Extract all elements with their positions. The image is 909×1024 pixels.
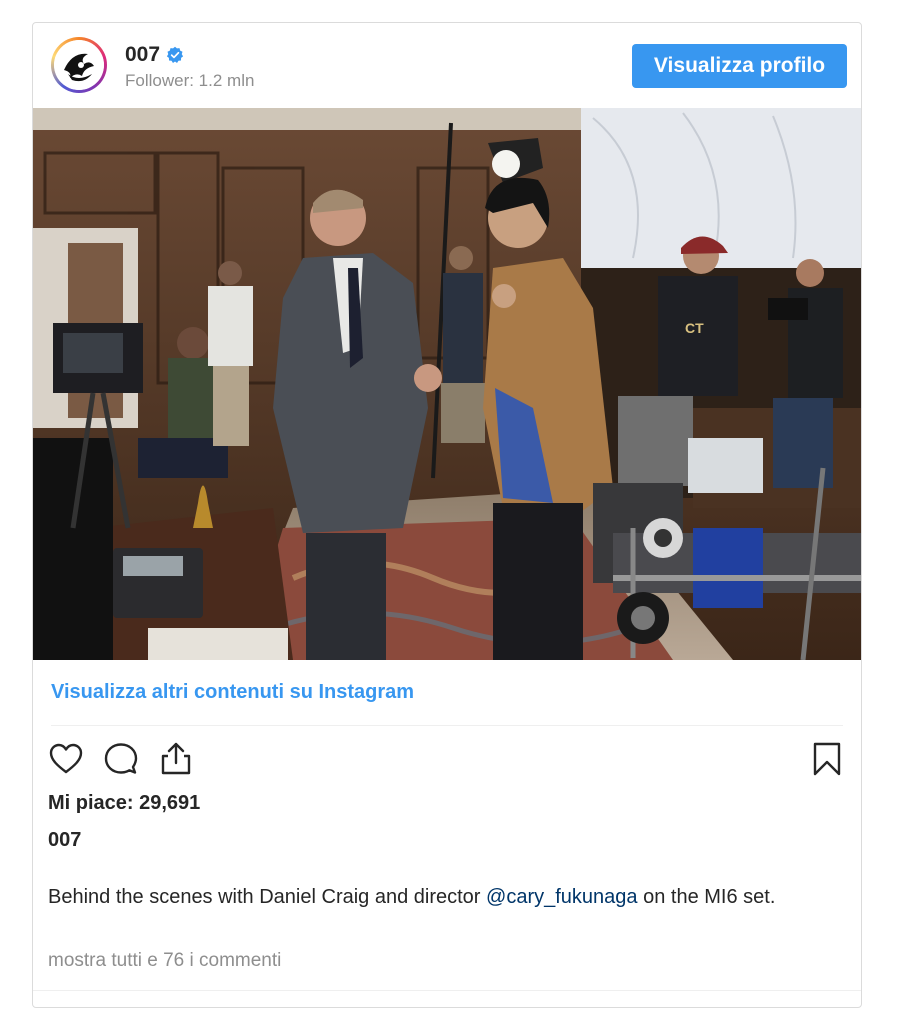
follower-count: Follower: 1.2 mln (125, 71, 255, 90)
comment-bubble-icon[interactable] (103, 741, 139, 777)
avatar[interactable] (51, 37, 107, 93)
divider (51, 725, 843, 726)
username[interactable]: 007 (125, 43, 160, 67)
post-caption: Behind the scenes with Daniel Craig and … (48, 883, 838, 911)
post-photo[interactable]: CT (33, 108, 861, 660)
view-more-on-instagram-link[interactable]: Visualizza altri contenuti su Instagram (51, 681, 414, 704)
share-icon[interactable] (158, 741, 194, 777)
like-count[interactable]: Mi piace: 29,691 (48, 792, 200, 815)
bookmark-icon[interactable] (809, 741, 845, 777)
heart-icon[interactable] (48, 741, 84, 777)
view-profile-button[interactable]: Visualizza profilo (632, 44, 847, 88)
post-header: 007 Follower: 1.2 mln Visualizza profilo (33, 23, 861, 109)
caption-text-end: on the MI6 set. (637, 886, 776, 908)
caption-text-start: Behind the scenes with Daniel Craig and … (48, 886, 487, 908)
avatar-image (54, 40, 104, 90)
caption-username[interactable]: 007 (48, 829, 81, 852)
svg-text:CT: CT (685, 320, 704, 336)
view-all-comments-link[interactable]: mostra tutti e 76 i commenti (48, 950, 281, 972)
instagram-embed-card: 007 Follower: 1.2 mln Visualizza profilo (32, 22, 862, 1008)
mention-link[interactable]: @cary_fukunaga (486, 886, 638, 908)
username-row: 007 (125, 43, 184, 67)
bottom-divider (33, 990, 861, 991)
verified-badge-icon (166, 46, 184, 63)
